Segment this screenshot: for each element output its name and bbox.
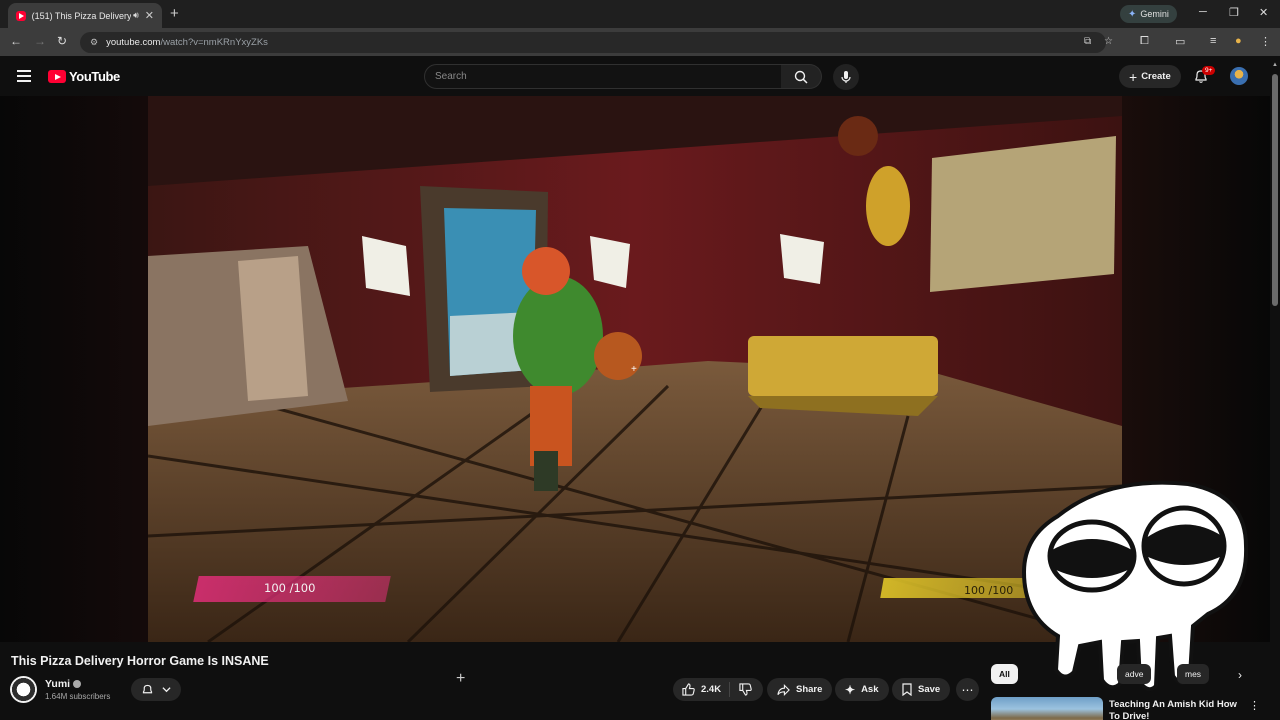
scrollbar-thumb[interactable] — [1272, 74, 1278, 306]
gemini-sparkle-icon: ✦ — [1128, 8, 1137, 20]
recommended-video[interactable]: Teaching An Amish Kid How To Drive! ⋮ — [991, 697, 1261, 720]
bookmark-star-icon[interactable]: ☆ — [1104, 36, 1113, 47]
chevron-right-icon[interactable]: › — [1238, 668, 1242, 682]
youtube-wordmark: YouTube — [69, 69, 120, 84]
tab-title: (151) This Pizza Delivery Ho — [31, 10, 132, 21]
more-horizontal-icon: ⋯ — [961, 682, 974, 697]
recommended-title[interactable]: Teaching An Amish Kid How To Drive! — [1109, 699, 1244, 720]
thumbs-up-icon — [682, 683, 695, 696]
verified-icon — [73, 680, 82, 689]
like-button[interactable]: 2.4K — [673, 682, 731, 697]
create-button[interactable]: + Create — [1119, 65, 1181, 88]
channel-name[interactable]: Yumi — [45, 678, 82, 690]
chip-games[interactable]: mes — [1177, 664, 1210, 684]
chevron-down-icon — [162, 687, 171, 693]
browser-menu-icon[interactable]: ⋮ — [1260, 35, 1271, 48]
bookmark-icon — [902, 683, 912, 696]
subscriber-count: 1.64M subscribers — [45, 692, 111, 701]
reload-icon[interactable]: ↻ — [57, 34, 67, 48]
forward-icon[interactable]: → — [34, 34, 46, 48]
page-scrollbar[interactable]: ▲ — [1270, 56, 1280, 720]
mic-icon — [841, 71, 851, 83]
youtube-play-icon — [48, 70, 66, 83]
menu-icon[interactable] — [17, 70, 31, 82]
cursor-crosshair-icon: + — [456, 670, 466, 687]
address-bar[interactable]: ⚙︎ youtube.com/watch?v=nmKRnYxyZKs ⧉ ☆ — [80, 32, 1113, 53]
tab-audio-icon[interactable]: 🔊︎ — [133, 10, 139, 21]
notification-badge: 9+ — [1202, 66, 1216, 75]
ask-button[interactable]: ✦ Ask — [835, 678, 889, 701]
gemini-label: Gemini — [1140, 9, 1169, 19]
more-actions-button[interactable]: ⋯ — [956, 678, 979, 701]
tab-close-icon[interactable]: ✕ — [145, 9, 154, 22]
minimize-icon[interactable]: ─ — [1199, 6, 1207, 18]
browser-toolbar: ← → ↻ ⚙︎ youtube.com/watch?v=nmKRnYxyZKs… — [0, 28, 1280, 56]
like-dislike-group: 2.4K — [673, 678, 763, 701]
youtube-masthead: YouTube Search + Create 9+ — [0, 56, 1280, 96]
health-text: 100 /100 — [264, 581, 316, 595]
like-count: 2.4K — [701, 684, 722, 695]
related-filter-chips: All adve mes — [991, 664, 1261, 686]
share-label: Share — [796, 684, 823, 695]
back-icon[interactable]: ← — [10, 34, 22, 48]
subscribed-notifications-button[interactable] — [131, 678, 181, 701]
bell-icon — [142, 684, 153, 694]
crosshair-icon: + — [631, 364, 637, 375]
gemini-button[interactable]: ✦ Gemini — [1120, 5, 1177, 23]
voice-search-button[interactable] — [833, 64, 859, 90]
scroll-up-icon[interactable]: ▲ — [1272, 62, 1278, 68]
chip-all[interactable]: All — [991, 664, 1018, 684]
share-icon — [777, 683, 790, 696]
skull-doodle-overlay — [1021, 480, 1249, 692]
site-info-icon[interactable]: ⚙︎ — [90, 37, 98, 48]
browser-tab-strip: (151) This Pizza Delivery Ho 🔊︎ ✕ + ✦ Ge… — [0, 0, 1280, 28]
window-close-icon[interactable]: ✕ — [1259, 6, 1268, 19]
install-app-icon[interactable]: ⧉ — [1084, 36, 1091, 47]
search-input[interactable]: Search — [424, 64, 782, 89]
maximize-icon[interactable]: ❐ — [1229, 6, 1239, 19]
plus-icon: + — [1129, 68, 1138, 85]
extensions-icon[interactable]: ⧠ — [1140, 35, 1149, 48]
youtube-favicon-icon — [16, 10, 26, 21]
media-controls-icon[interactable]: ≡ — [1210, 35, 1216, 47]
dislike-button[interactable] — [730, 683, 752, 696]
search-button[interactable] — [781, 64, 822, 89]
save-label: Save — [918, 684, 941, 695]
chip-adventure[interactable]: adve — [1117, 664, 1152, 684]
create-label: Create — [1141, 71, 1171, 82]
browser-tab[interactable]: (151) This Pizza Delivery Ho 🔊︎ ✕ — [8, 3, 162, 28]
stamina-text: 100 /100 — [964, 584, 1014, 597]
youtube-logo[interactable]: YouTube — [48, 69, 120, 84]
sidebar-icon[interactable]: ▭ — [1175, 35, 1185, 48]
video-title: This Pizza Delivery Horror Game Is INSAN… — [11, 654, 269, 668]
thumbs-down-icon — [739, 683, 752, 696]
share-button[interactable]: Share — [767, 678, 833, 701]
search-icon — [794, 70, 808, 84]
url-text: youtube.com/watch?v=nmKRnYxyZKs — [106, 37, 268, 48]
profile-icon[interactable]: ● — [1235, 35, 1242, 47]
recommended-thumbnail[interactable] — [991, 697, 1103, 720]
channel-avatar[interactable] — [10, 676, 37, 703]
new-tab-button[interactable]: + — [170, 5, 179, 22]
save-button[interactable]: Save — [892, 678, 951, 701]
player-letterbox-left — [0, 96, 148, 642]
ask-label: Ask — [861, 684, 879, 695]
sparkle-icon: ✦ — [845, 682, 856, 697]
account-avatar[interactable] — [1230, 67, 1248, 85]
recommended-menu-icon[interactable]: ⋮ — [1249, 699, 1260, 712]
